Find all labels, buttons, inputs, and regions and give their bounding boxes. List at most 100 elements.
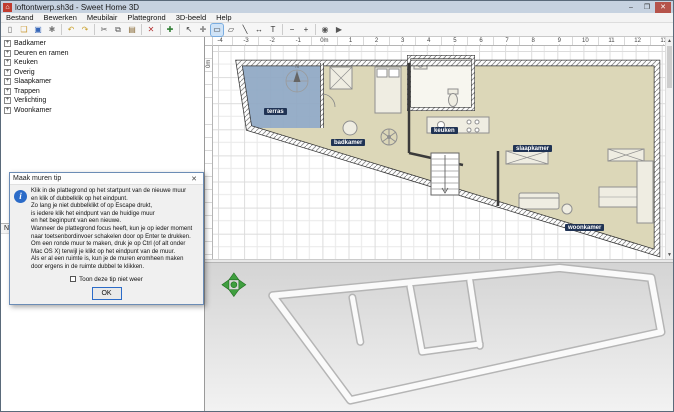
dining-table-symbol [599, 187, 639, 207]
sofa-symbol [519, 193, 559, 209]
dialog-text-line: naar toetsenbordinvoer schakelen door op… [31, 234, 192, 242]
dialog-text-line: door ergens in de ruimte dubbel te klikk… [31, 264, 192, 272]
catalog-category-overig[interactable]: +Overig [1, 68, 204, 78]
expand-icon[interactable]: + [4, 69, 11, 76]
catalog-category-trappen[interactable]: +Trappen [1, 87, 204, 97]
dialog-close-button[interactable]: ✕ [188, 175, 200, 183]
plan-view: -4-3-2-10m12345678910111213 0m [205, 37, 673, 259]
toolbar-select-icon[interactable]: ↖ [183, 24, 195, 36]
toolbar-separator [61, 24, 62, 35]
ruler-label: 7 [504, 38, 509, 44]
nav-center-icon [231, 282, 237, 288]
toolbar-create-walls-icon[interactable]: ▭ [211, 24, 223, 36]
room-label-woonkamer[interactable]: woonkamer [565, 224, 604, 231]
menu-bestand[interactable]: Bestand [1, 13, 39, 22]
toolbar-separator [179, 24, 180, 35]
ruler-corner [205, 37, 213, 46]
category-label: Trappen [14, 88, 40, 95]
expand-icon[interactable]: + [4, 50, 11, 57]
toolbar-zoom-out-icon[interactable]: − [286, 24, 298, 36]
toolbar-create-video-icon[interactable]: ▶ [333, 24, 345, 36]
room-label-terras[interactable]: terras [264, 108, 287, 115]
stairs-symbol[interactable] [431, 153, 459, 195]
wardrobe-symbol [506, 151, 548, 164]
room-label-badkamer[interactable]: badkamer [331, 139, 365, 146]
toilet-symbol [448, 89, 458, 107]
expand-icon[interactable]: + [4, 97, 11, 104]
toolbar-pan-icon[interactable]: ✛ [197, 24, 209, 36]
toolbar-create-rooms-icon[interactable]: ▱ [225, 24, 237, 36]
category-label: Verlichting [14, 97, 46, 104]
room-label-slaapkamer[interactable]: slaapkamer [513, 145, 552, 152]
toolbar-save-plan-icon[interactable]: ▣ [32, 24, 44, 36]
ruler-label: 5 [452, 38, 457, 44]
toolbar-paste-icon[interactable]: ▤ [126, 24, 138, 36]
toolbar-separator [315, 24, 316, 35]
ruler-label: 1 [348, 38, 353, 44]
category-label: Woonkamer [14, 107, 52, 114]
room-label-keuken[interactable]: keuken [431, 127, 458, 134]
scroll-up-icon[interactable]: ▲ [666, 37, 673, 45]
expand-icon[interactable]: + [4, 40, 11, 47]
plan-vertical-scrollbar[interactable]: ▲ ▼ [665, 37, 673, 259]
catalog-category-slaapkamer[interactable]: +Slaapkamer [1, 77, 204, 87]
coffee-table-symbol [562, 204, 572, 214]
3d-view[interactable] [205, 263, 673, 411]
ruler-label: 0m [319, 38, 329, 44]
toolbar-separator [282, 24, 283, 35]
toolbar-undo-icon[interactable]: ↶ [65, 24, 77, 36]
plan-canvas[interactable]: N terrasbadkamerkeukenslaapkamerwoonkame… [213, 46, 665, 259]
toolbar-preferences-icon[interactable]: ✱ [46, 24, 58, 36]
toolbar-delete-icon[interactable]: ✕ [145, 24, 157, 36]
menu-bewerken[interactable]: Bewerken [39, 13, 82, 22]
menu-plattegrond[interactable]: Plattegrond [122, 13, 170, 22]
expand-icon[interactable]: + [4, 78, 11, 85]
dialog-text-line: Klik in de plattegrond op het startpunt … [31, 188, 192, 196]
wall-tip-dialog: Maak muren tip ✕ i Klik in de plattegron… [9, 172, 204, 305]
menu-bar: BestandBewerkenMeubilairPlattegrond3D-be… [1, 13, 673, 23]
minimize-button[interactable]: – [623, 2, 639, 13]
expand-icon[interactable]: + [4, 88, 11, 95]
toolbar-cut-icon[interactable]: ✂ [98, 24, 110, 36]
dialog-title-bar[interactable]: Maak muren tip ✕ [10, 173, 203, 185]
toolbar-open-plan-icon[interactable]: ❑ [18, 24, 30, 36]
scroll-down-icon[interactable]: ▼ [666, 251, 673, 259]
shelf-symbol [608, 149, 644, 161]
ruler-label: 10 [581, 38, 590, 44]
toolbar-create-photo-icon[interactable]: ◉ [319, 24, 331, 36]
ruler-label: 4 [426, 38, 431, 44]
checkbox-box-icon[interactable] [70, 276, 76, 282]
category-label: Slaapkamer [14, 78, 51, 85]
menu-meubilair[interactable]: Meubilair [82, 13, 122, 22]
toolbar-add-furniture-icon[interactable]: ✚ [164, 24, 176, 36]
catalog-category-deuren-en-ramen[interactable]: +Deuren en ramen [1, 49, 204, 59]
toolbar-copy-icon[interactable]: ⧉ [112, 24, 124, 36]
catalog-category-keuken[interactable]: +Keuken [1, 58, 204, 68]
toolbar-create-polylines-icon[interactable]: ╲ [239, 24, 251, 36]
ruler-origin-label: 0m [206, 60, 212, 68]
dialog-text-line: Mac OS X) terwijl je klikt op het eindpu… [31, 249, 192, 257]
menu-help[interactable]: Help [211, 13, 236, 22]
dialog-text-line: en het beginpunt van een nieuwe. [31, 218, 192, 226]
toolbar-add-texts-icon[interactable]: T [267, 24, 279, 36]
scrollbar-thumb[interactable] [667, 46, 672, 88]
ruler-label: 12 [633, 38, 642, 44]
expand-icon[interactable]: + [4, 107, 11, 114]
expand-icon[interactable]: + [4, 59, 11, 66]
toolbar-redo-icon[interactable]: ↷ [79, 24, 91, 36]
catalog-category-badkamer[interactable]: +Badkamer [1, 39, 204, 49]
ok-button[interactable]: OK [92, 287, 122, 300]
catalog-category-verlichting[interactable]: +Verlichting [1, 96, 204, 106]
toolbar-create-dimensions-icon[interactable]: ↔ [253, 24, 265, 36]
menu-3d-beeld[interactable]: 3D-beeld [171, 13, 211, 22]
catalog-category-woonkamer[interactable]: +Woonkamer [1, 106, 204, 116]
toolbar-new-plan-icon[interactable]: ▯ [4, 24, 16, 36]
close-button[interactable]: ✕ [655, 2, 671, 13]
ruler-label: 6 [478, 38, 483, 44]
toolbar-zoom-in-icon[interactable]: + [300, 24, 312, 36]
dialog-message: Klik in de plattegrond op het startpunt … [31, 188, 192, 272]
room-floor-terrace[interactable] [239, 63, 322, 128]
dont-show-again-checkbox[interactable]: Toon deze tip niet weer [14, 276, 199, 283]
maximize-button[interactable]: ❐ [639, 2, 655, 13]
category-label: Deuren en ramen [14, 50, 68, 57]
